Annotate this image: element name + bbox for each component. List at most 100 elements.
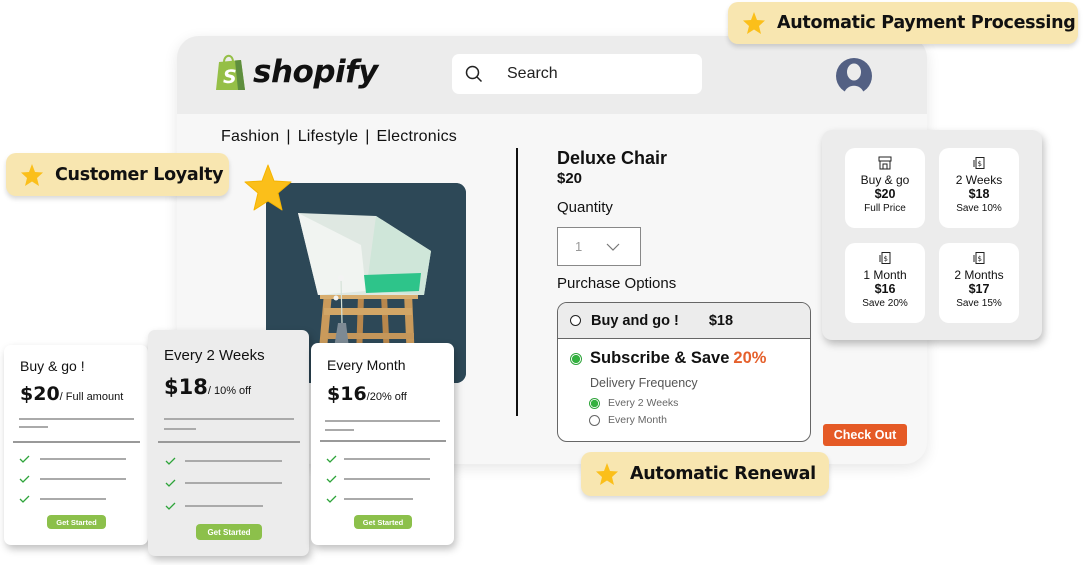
placeholder-line (344, 458, 430, 460)
shopify-logo[interactable]: S shopify (213, 52, 378, 92)
card-divider (13, 441, 140, 443)
plan-card[interactable]: $ 2 Weeks $18 Save 10% (939, 148, 1019, 228)
plan-price: $18 (968, 187, 990, 201)
radio-subscribe[interactable] (570, 352, 582, 365)
price-suffix: / Full amount (59, 391, 124, 403)
get-started-button[interactable]: Get Started (354, 515, 412, 529)
recurring-payment-icon: $ (973, 157, 985, 169)
check-icon (165, 502, 176, 510)
vertical-divider (516, 148, 518, 416)
category-fashion[interactable]: Fashion (221, 128, 279, 145)
placeholder-line (164, 418, 294, 420)
card-divider (320, 440, 446, 442)
purchase-options-label: Purchase Options (557, 275, 677, 292)
plan-card[interactable]: Buy & go $20 Full Price (845, 148, 925, 228)
badge-label: Automatic Payment Processing (777, 13, 1076, 33)
checkout-button[interactable]: Check Out (823, 424, 907, 446)
search-input[interactable]: Search (452, 54, 702, 94)
quantity-value: 1 (575, 239, 583, 254)
badge-automatic-renewal: Automatic Renewal (581, 452, 829, 496)
price-value: $16 (327, 383, 367, 405)
category-separator: | (286, 128, 291, 145)
search-icon (465, 65, 483, 83)
check-icon (326, 495, 337, 503)
plan-name: 1 Month (863, 268, 907, 282)
category-separator: | (365, 128, 370, 145)
option-subscribe[interactable]: Subscribe & Save 20% (558, 349, 810, 368)
pricing-card-title: Every Month (327, 357, 406, 373)
placeholder-line (19, 426, 48, 428)
frequency-label: Every Month (608, 414, 667, 426)
frequency-label: Every 2 Weeks (608, 397, 679, 409)
placeholder-line (40, 458, 126, 460)
radio-every-month[interactable] (589, 414, 600, 426)
get-started-button[interactable]: Get Started (196, 524, 262, 540)
plan-price: $17 (968, 282, 990, 296)
placeholder-line (40, 498, 106, 500)
placeholder-line (185, 505, 263, 507)
price-suffix: /20% off (366, 391, 407, 403)
option-one-time-price: $18 (708, 312, 734, 329)
check-icon (19, 475, 30, 483)
price-value: $18 (164, 375, 208, 399)
plan-note: Save 20% (862, 298, 908, 309)
category-nav: Fashion | Lifestyle | Electronics (221, 128, 457, 146)
category-electronics[interactable]: Electronics (377, 128, 457, 145)
check-icon (165, 479, 176, 487)
pricing-card: Every Month $16/20% off Get Started (311, 343, 454, 545)
placeholder-line (185, 460, 282, 462)
pricing-card-price: $18/ 10% off (164, 375, 251, 399)
delivery-frequency-label: Delivery Frequency (590, 376, 698, 390)
star-icon (596, 463, 618, 485)
category-lifestyle[interactable]: Lifestyle (298, 128, 359, 145)
placeholder-line (344, 498, 413, 500)
plan-note: Save 15% (956, 298, 1002, 309)
placeholder-line (19, 418, 134, 420)
check-icon (165, 457, 176, 465)
product-price: $20 (557, 170, 583, 187)
user-avatar-icon[interactable] (836, 58, 872, 94)
plan-price: $16 (874, 282, 896, 296)
price-suffix: / 10% off (207, 385, 252, 397)
badge-label: Customer Loyalty (55, 164, 224, 185)
svg-text:$: $ (978, 160, 982, 168)
plan-name: Buy & go (860, 173, 910, 187)
storefront-icon (878, 156, 892, 170)
product-title: Deluxe Chair (557, 148, 668, 168)
quantity-select[interactable]: 1 (557, 227, 641, 266)
option-one-time[interactable]: Buy and go ! $18 (558, 303, 810, 339)
pricing-card-title: Every 2 Weeks (164, 347, 265, 364)
svg-text:$: $ (978, 255, 982, 263)
frequency-option[interactable]: Every 2 Weeks (589, 397, 810, 409)
chevron-down-icon (606, 243, 620, 251)
svg-text:$: $ (884, 255, 888, 263)
recurring-payment-icon: $ (879, 252, 891, 264)
plan-note: Full Price (864, 203, 906, 214)
plan-card[interactable]: $ 2 Months $17 Save 15% (939, 243, 1019, 323)
pricing-card-title: Buy & go ! (20, 358, 85, 374)
badge-payment-processing: Automatic Payment Processing (728, 2, 1078, 44)
radio-every-2-weeks[interactable] (589, 397, 600, 409)
check-icon (19, 455, 30, 463)
placeholder-line (344, 478, 430, 480)
svg-text:S: S (223, 66, 237, 88)
brand-name: shopify (253, 54, 378, 90)
top-bar: S shopify Search (177, 36, 927, 114)
recurring-payment-icon: $ (973, 252, 985, 264)
star-icon (743, 12, 765, 34)
pricing-card-price: $20/ Full amount (20, 383, 123, 405)
plan-name: 2 Months (954, 268, 1004, 282)
frequency-option[interactable]: Every Month (589, 414, 810, 426)
search-placeholder: Search (507, 65, 558, 82)
badge-label: Automatic Renewal (630, 464, 816, 484)
get-started-button[interactable]: Get Started (47, 515, 106, 529)
card-divider (158, 441, 300, 443)
radio-one-time[interactable] (570, 315, 581, 326)
option-one-time-label: Buy and go ! (591, 312, 679, 329)
plan-card[interactable]: $ 1 Month $16 Save 20% (845, 243, 925, 323)
price-value: $20 (20, 383, 60, 405)
pricing-card: Buy & go ! $20/ Full amount Get Started (4, 345, 148, 545)
plan-price: $20 (874, 187, 896, 201)
check-icon (326, 475, 337, 483)
option-subscribe-discount: 20% (733, 349, 767, 367)
